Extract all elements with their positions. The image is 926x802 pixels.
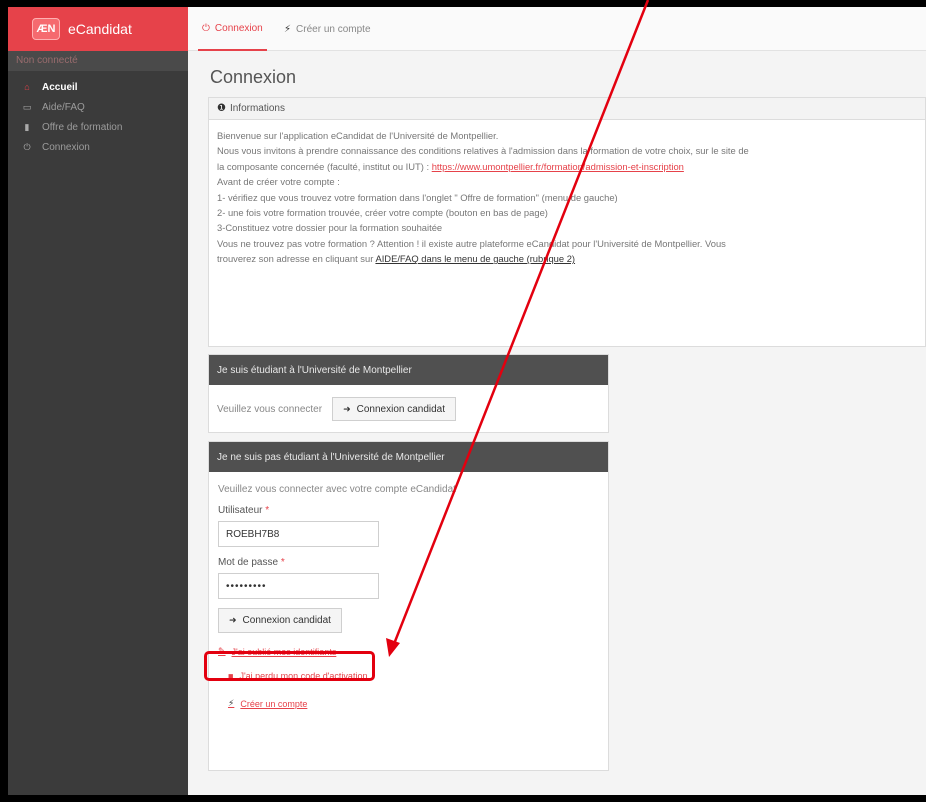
tab-connexion[interactable]: ⏻ Connexion bbox=[198, 7, 267, 51]
bookmark-icon: ▮ bbox=[24, 121, 30, 132]
sign-in-icon: ➜ bbox=[343, 403, 351, 414]
external-student-panel: Je ne suis pas étudiant à l'Université d… bbox=[208, 441, 609, 771]
info-line: Vous ne trouvez pas votre formation ? At… bbox=[217, 237, 726, 249]
lock-icon: ■ bbox=[228, 671, 234, 681]
app-window: ÆN eCandidat Non connecté ⌂ Accueil ▭ Ai… bbox=[8, 7, 926, 795]
page-title: Connexion bbox=[210, 67, 297, 87]
um-student-panel: Je suis étudiant à l'Université de Montp… bbox=[208, 354, 609, 433]
main-content: Connexion ❶ Informations Bienvenue sur l… bbox=[208, 51, 926, 795]
um-panel-body: Veuillez vous connecter ➜ Connexion cand… bbox=[209, 385, 608, 433]
username-field[interactable]: ROEBH7B8 bbox=[218, 521, 379, 547]
info-panel-title: Informations bbox=[229, 103, 285, 114]
ext-panel-header: Je ne suis pas étudiant à l'Université d… bbox=[209, 442, 608, 472]
connexion-candidat-button[interactable]: ➜ Connexion candidat bbox=[332, 397, 457, 421]
link-label: J'ai perdu mon code d'activation bbox=[239, 671, 368, 681]
link-label: J'ai oublié mes identifiants bbox=[231, 646, 337, 657]
ext-prompt: Veuillez vous connecter avec votre compt… bbox=[218, 484, 456, 495]
forgot-credentials-link[interactable]: ✎ J'ai oublié mes identifiants bbox=[218, 646, 599, 657]
aide-faq-link[interactable]: AIDE/FAQ dans le menu de gauche (rubriqu… bbox=[375, 253, 575, 264]
sidebar-item-label: Aide/FAQ bbox=[42, 101, 85, 113]
top-tab-bar: ⏻ Connexion ⚡ Créer un compte bbox=[188, 7, 926, 51]
info-panel-body: Bienvenue sur l'application eCandidat de… bbox=[209, 120, 925, 275]
username-label-text: Utilisateur bbox=[218, 505, 263, 516]
info-line: Avant de créer votre compte : bbox=[217, 176, 340, 188]
sidebar-item-label: Accueil bbox=[42, 81, 78, 93]
info-line: 1- vérifiez que vous trouvez votre forma… bbox=[217, 191, 618, 203]
sidebar-item-label: Connexion bbox=[42, 141, 90, 153]
login-form: Veuillez vous connecter avec votre compt… bbox=[209, 472, 608, 717]
required-marker: * bbox=[265, 505, 270, 516]
sidebar-item-connexion[interactable]: ⏻ Connexion bbox=[8, 137, 188, 157]
logo-icon: ÆN bbox=[32, 18, 60, 40]
book-icon: ▭ bbox=[22, 101, 32, 112]
connexion-candidat-submit-button[interactable]: ➜ Connexion candidat bbox=[218, 608, 342, 633]
home-icon: ⌂ bbox=[24, 82, 30, 92]
connection-status: Non connecté bbox=[8, 51, 188, 71]
um-panel-header: Je suis étudiant à l'Université de Montp… bbox=[209, 355, 608, 385]
power-icon: ⏻ bbox=[202, 22, 210, 34]
sidebar-item-label: Offre de formation bbox=[42, 121, 123, 133]
info-panel-header: ❶ Informations bbox=[209, 98, 925, 120]
required-marker: * bbox=[280, 557, 285, 568]
info-icon: ❶ bbox=[217, 103, 226, 114]
link-label: Créer un compte bbox=[240, 698, 308, 709]
create-account-link[interactable]: ⚡ Créer un compte bbox=[228, 698, 599, 709]
admission-link[interactable]: https://www.umontpellier.fr/formation/ad… bbox=[432, 161, 684, 172]
power-icon: ⏻ bbox=[23, 141, 31, 152]
tab-label: Connexion bbox=[214, 22, 263, 34]
um-prompt: Veuillez vous connecter bbox=[217, 403, 323, 415]
magic-wand-icon: ⚡ bbox=[228, 698, 235, 708]
app-name: eCandidat bbox=[68, 21, 132, 37]
magic-wand-icon: ⚡ bbox=[284, 23, 292, 35]
info-line: 3-Constituez votre dossier pour la forma… bbox=[217, 222, 443, 234]
sign-in-icon: ➜ bbox=[229, 615, 237, 625]
username-label: Utilisateur * bbox=[218, 505, 599, 516]
key-icon: ✎ bbox=[218, 646, 226, 656]
tab-label: Créer un compte bbox=[296, 23, 371, 35]
info-line: trouverez son adresse en cliquant sur AI… bbox=[217, 251, 917, 266]
password-label-text: Mot de passe bbox=[218, 557, 279, 568]
password-field[interactable]: ••••••••• bbox=[218, 573, 379, 599]
tab-creer-compte[interactable]: ⚡ Créer un compte bbox=[284, 7, 371, 51]
brand-header[interactable]: ÆN eCandidat bbox=[8, 7, 188, 51]
info-panel: ❶ Informations Bienvenue sur l'applicati… bbox=[208, 97, 926, 347]
info-line: 2- une fois votre formation trouvée, cré… bbox=[217, 207, 548, 219]
password-label: Mot de passe * bbox=[218, 557, 599, 568]
sidebar: ÆN eCandidat Non connecté ⌂ Accueil ▭ Ai… bbox=[8, 7, 188, 795]
button-label: Connexion candidat bbox=[356, 403, 446, 415]
info-text: trouverez son adresse en cliquant sur bbox=[217, 253, 376, 265]
info-line: Bienvenue sur l'application eCandidat de… bbox=[217, 130, 499, 141]
info-text: la composante concernée (faculté, instit… bbox=[217, 160, 432, 172]
lost-activation-code-link[interactable]: ■ J'ai perdu mon code d'activation bbox=[228, 671, 599, 681]
sidebar-item-accueil[interactable]: ⌂ Accueil bbox=[8, 77, 188, 97]
info-line: Nous vous invitons à prendre connaissanc… bbox=[217, 145, 749, 157]
button-label: Connexion candidat bbox=[242, 615, 331, 626]
info-line: la composante concernée (faculté, instit… bbox=[217, 159, 917, 174]
sidebar-item-offre-formation[interactable]: ▮ Offre de formation bbox=[8, 117, 188, 137]
sidebar-item-aide-faq[interactable]: ▭ Aide/FAQ bbox=[8, 97, 188, 117]
